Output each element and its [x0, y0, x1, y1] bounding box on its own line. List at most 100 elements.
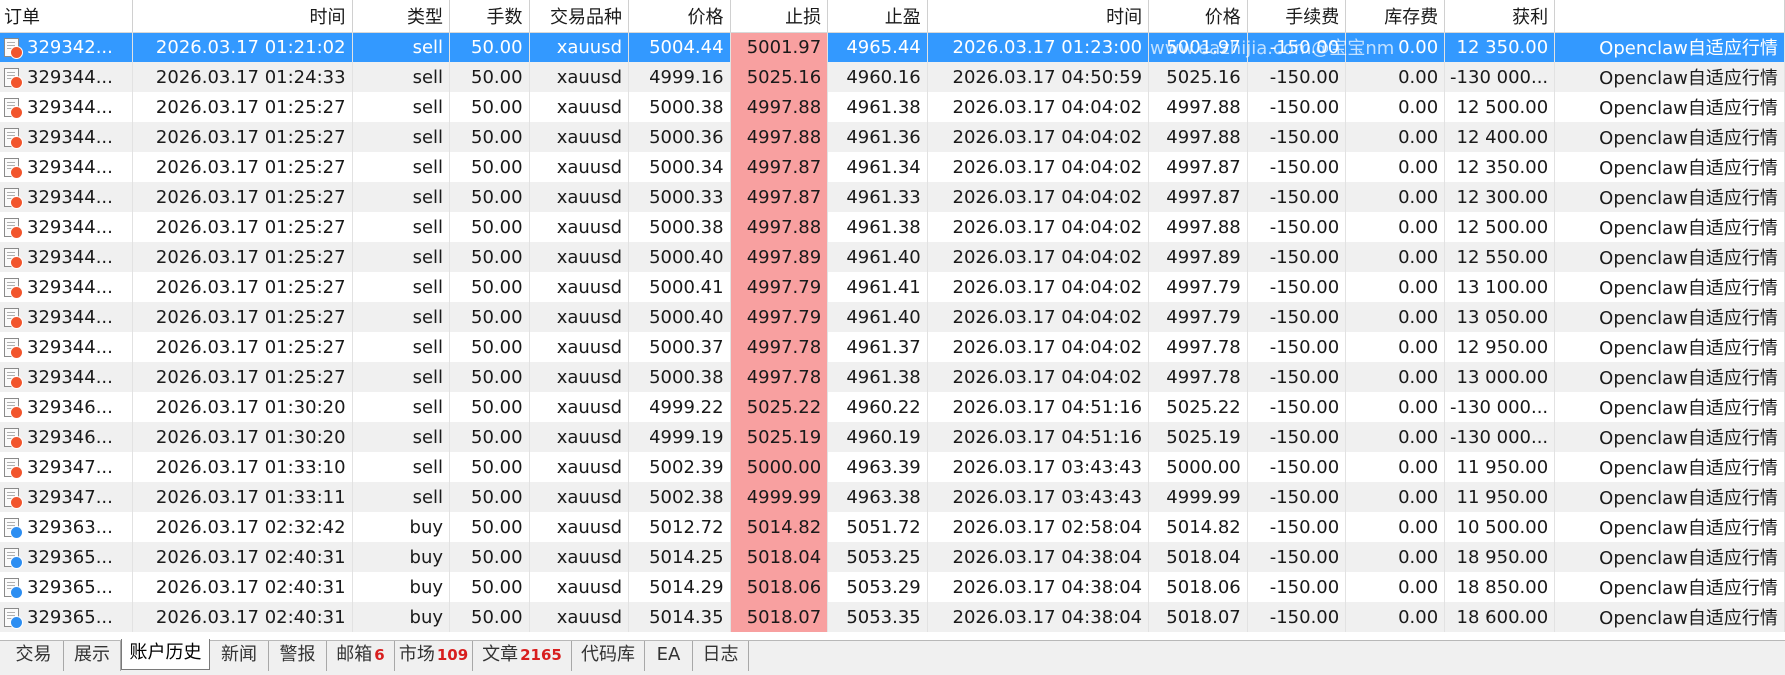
commission-cell: -150.00: [1247, 512, 1347, 542]
comment-cell: Openclaw自适应行情: [1554, 182, 1785, 212]
header-col-type[interactable]: 类型: [352, 0, 451, 33]
take-profit-cell: 4960.19: [827, 422, 928, 452]
lots-cell: 50.00: [449, 212, 530, 242]
buy-dot-icon: [10, 525, 23, 539]
open-price-cell: 5014.35: [628, 602, 731, 632]
symbol-cell: xauusd: [529, 32, 630, 62]
close-time-cell: 2026.03.17 04:04:02: [927, 272, 1150, 302]
stop-loss-cell: 4997.88: [730, 212, 829, 242]
account-history-table: 订单 时间 类型 手数 交易品种 价格 止损 止盈 时间 价格 手续费 库存费 获利 329342...…: [0, 0, 1785, 632]
tab-exposure[interactable]: 展示: [64, 641, 121, 671]
type-cell: sell: [352, 242, 451, 272]
type-cell: sell: [352, 332, 451, 362]
header-col-swap[interactable]: 库存费: [1345, 0, 1446, 33]
header-col-lots[interactable]: 手数: [449, 0, 530, 33]
table-row[interactable]: 329344... 2026.03.17 01:25:27 sell 50.00 xau…: [0, 92, 1785, 122]
order-cell: 329344...: [0, 212, 134, 242]
close-time-cell: 2026.03.17 04:51:16: [927, 392, 1150, 422]
header-col-commission[interactable]: 手续费: [1247, 0, 1347, 33]
table-row[interactable]: 329346... 2026.03.17 01:30:20 sell 50.00 xau…: [0, 392, 1785, 422]
tab-journal[interactable]: 日志: [693, 641, 749, 671]
open-price-cell: 4999.16: [628, 62, 731, 92]
table-row[interactable]: 329342... 2026.03.17 01:21:02 sell 50.00 xau…: [0, 32, 1785, 62]
table-row[interactable]: 329365... 2026.03.17 02:40:31 buy 50.00 xauu…: [0, 602, 1785, 632]
tab-count-badge: 6: [374, 646, 385, 664]
commission-cell: -150.00: [1247, 422, 1347, 452]
stop-loss-cell: 4997.88: [730, 92, 829, 122]
open-price-cell: 5002.39: [628, 452, 731, 482]
header-col-symbol[interactable]: 交易品种: [529, 0, 630, 33]
table-row[interactable]: 329347... 2026.03.17 01:33:11 sell 50.00 xau…: [0, 482, 1785, 512]
close-price-cell: 4999.99: [1148, 482, 1248, 512]
tab-ea[interactable]: EA: [645, 641, 693, 671]
open-time-cell: 2026.03.17 01:25:27: [132, 182, 353, 212]
buy-order-icon: [4, 607, 23, 629]
profit-cell: 12 300.00: [1444, 182, 1556, 212]
table-row[interactable]: 329365... 2026.03.17 02:40:31 buy 50.00 xauu…: [0, 542, 1785, 572]
header-col-comment[interactable]: [1554, 0, 1785, 33]
table-row[interactable]: 329344... 2026.03.17 01:25:27 sell 50.00 xau…: [0, 332, 1785, 362]
tab-news[interactable]: 新闻: [210, 641, 269, 671]
table-row[interactable]: 329344... 2026.03.17 01:25:27 sell 50.00 xau…: [0, 302, 1785, 332]
type-cell: buy: [352, 572, 451, 602]
order-number: 329344...: [27, 246, 113, 268]
type-cell: sell: [352, 422, 451, 452]
header-col-close-time[interactable]: 时间: [927, 0, 1150, 33]
open-time-cell: 2026.03.17 01:33:10: [132, 452, 353, 482]
header-col-take-profit[interactable]: 止盈: [827, 0, 928, 33]
close-price-cell: 5018.07: [1148, 602, 1248, 632]
lots-cell: 50.00: [449, 62, 530, 92]
table-row[interactable]: 329344... 2026.03.17 01:25:27 sell 50.00 xau…: [0, 182, 1785, 212]
take-profit-cell: 4961.40: [827, 302, 928, 332]
header-col-close-price[interactable]: 价格: [1148, 0, 1248, 33]
table-row[interactable]: 329344... 2026.03.17 01:25:27 sell 50.00 xau…: [0, 122, 1785, 152]
commission-cell: -150.00: [1247, 542, 1347, 572]
tab-alerts[interactable]: 警报: [269, 641, 327, 671]
stop-loss-cell: 4997.79: [730, 272, 829, 302]
table-row[interactable]: 329344... 2026.03.17 01:25:27 sell 50.00 xau…: [0, 152, 1785, 182]
tab-market[interactable]: 市场 109: [395, 641, 473, 671]
order-number: 329344...: [27, 66, 113, 88]
order-number: 329344...: [27, 306, 113, 328]
table-row[interactable]: 329365... 2026.03.17 02:40:31 buy 50.00 xauu…: [0, 572, 1785, 602]
table-row[interactable]: 329344... 2026.03.17 01:25:27 sell 50.00 xau…: [0, 362, 1785, 392]
type-cell: buy: [352, 602, 451, 632]
header-col-profit[interactable]: 获利: [1444, 0, 1556, 33]
table-row[interactable]: 329344... 2026.03.17 01:24:33 sell 50.00 xau…: [0, 62, 1785, 92]
profit-cell: 11 950.00: [1444, 452, 1556, 482]
swap-cell: 0.00: [1345, 572, 1446, 602]
table-row[interactable]: 329363... 2026.03.17 02:32:42 buy 50.00 xauu…: [0, 512, 1785, 542]
comment-cell: Openclaw自适应行情: [1554, 122, 1785, 152]
lots-cell: 50.00: [449, 512, 530, 542]
open-price-cell: 5000.37: [628, 332, 731, 362]
order-cell: 329344...: [0, 62, 134, 92]
commission-cell: -150.00: [1247, 572, 1347, 602]
table-row[interactable]: 329346... 2026.03.17 01:30:20 sell 50.00 xau…: [0, 422, 1785, 452]
comment-cell: Openclaw自适应行情: [1554, 212, 1785, 242]
tab-mailbox[interactable]: 邮箱 6: [327, 641, 395, 671]
comment-cell: Openclaw自适应行情: [1554, 572, 1785, 602]
header-col-open-time[interactable]: 时间: [132, 0, 353, 33]
order-number: 329344...: [27, 186, 113, 208]
open-price-cell: 4999.22: [628, 392, 731, 422]
sell-order-icon: [4, 397, 23, 419]
tab-label: 市场: [398, 644, 435, 665]
header-col-open-price[interactable]: 价格: [628, 0, 731, 33]
order-number: 329344...: [27, 366, 113, 388]
table-row[interactable]: 329344... 2026.03.17 01:25:27 sell 50.00 xau…: [0, 242, 1785, 272]
tab-account-history[interactable]: 账户历史: [121, 639, 210, 670]
tab-trade[interactable]: 交易: [4, 641, 64, 671]
table-row[interactable]: 329344... 2026.03.17 01:25:27 sell 50.00 xau…: [0, 212, 1785, 242]
tab-articles[interactable]: 文章 2165: [473, 641, 572, 671]
header-col-order[interactable]: 订单: [0, 0, 134, 33]
close-time-cell: 2026.03.17 02:58:04: [927, 512, 1150, 542]
table-row[interactable]: 329344... 2026.03.17 01:25:27 sell 50.00 xau…: [0, 272, 1785, 302]
sell-order-icon: [4, 157, 23, 179]
order-cell: 329363...: [0, 512, 134, 542]
swap-cell: 0.00: [1345, 422, 1446, 452]
header-col-stop-loss[interactable]: 止损: [730, 0, 829, 33]
type-cell: sell: [352, 362, 451, 392]
tab-code-base[interactable]: 代码库: [572, 641, 645, 671]
table-row[interactable]: 329347... 2026.03.17 01:33:10 sell 50.00 xau…: [0, 452, 1785, 482]
table-body: 329342... 2026.03.17 01:21:02 sell 50.00 xau…: [0, 32, 1785, 632]
